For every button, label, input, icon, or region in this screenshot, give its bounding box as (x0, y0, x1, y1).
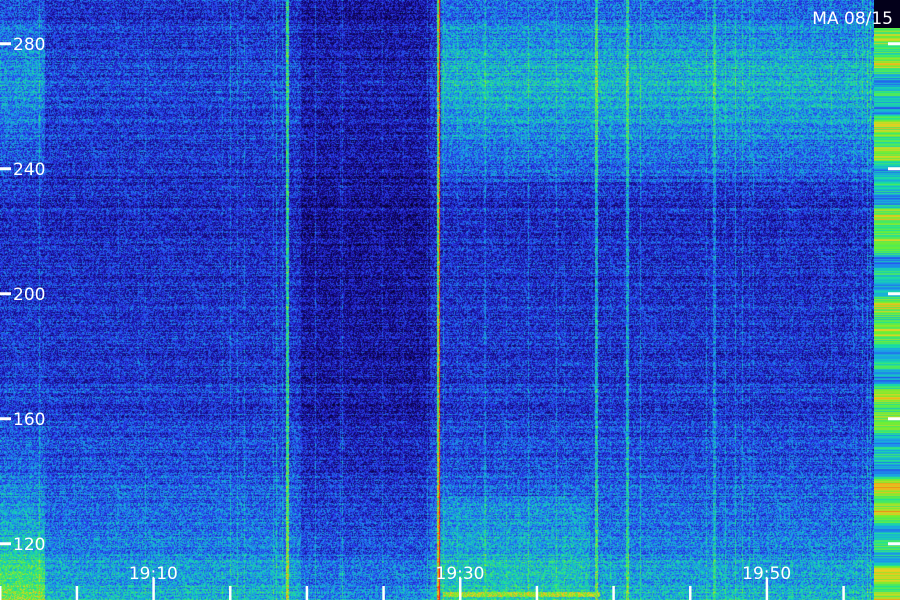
x-tick-label: 19:10 (129, 564, 178, 584)
x-minor-tick (0, 586, 2, 600)
y-tick-mark (0, 292, 11, 296)
y-tick-label: 240 (13, 160, 45, 180)
color-bar (874, 28, 900, 600)
y-tick-mark (0, 42, 11, 46)
y-tick-mark-right (888, 42, 900, 46)
y-tick-label: 280 (13, 35, 45, 55)
x-tick-label: 19:50 (742, 564, 791, 584)
y-tick-mark (0, 417, 11, 421)
y-tick-mark-right (888, 417, 900, 421)
chart-title: MA 08/15 (812, 9, 893, 29)
x-tick-label: 19:30 (436, 564, 485, 584)
y-tick-mark (0, 167, 11, 171)
x-minor-tick (305, 586, 309, 600)
x-minor-tick (229, 586, 232, 600)
y-tick-mark-right (888, 292, 900, 296)
y-tick-label: 160 (13, 410, 45, 430)
y-tick-mark-right (888, 167, 900, 171)
x-minor-tick (535, 586, 539, 600)
spectrogram-chart: 120 160 200 240 280 19:10 19:30 19:50 MA 08/15 (0, 0, 900, 600)
y-tick-mark-right (888, 542, 900, 546)
x-minor-tick (382, 586, 385, 600)
x-minor-tick (689, 586, 692, 600)
y-tick-label: 200 (13, 285, 45, 305)
x-minor-tick (842, 586, 845, 600)
heatmap-image (0, 0, 874, 600)
x-minor-tick (75, 586, 79, 600)
x-minor-tick (612, 586, 615, 600)
y-tick-label: 120 (13, 535, 45, 555)
y-tick-mark (0, 542, 11, 546)
